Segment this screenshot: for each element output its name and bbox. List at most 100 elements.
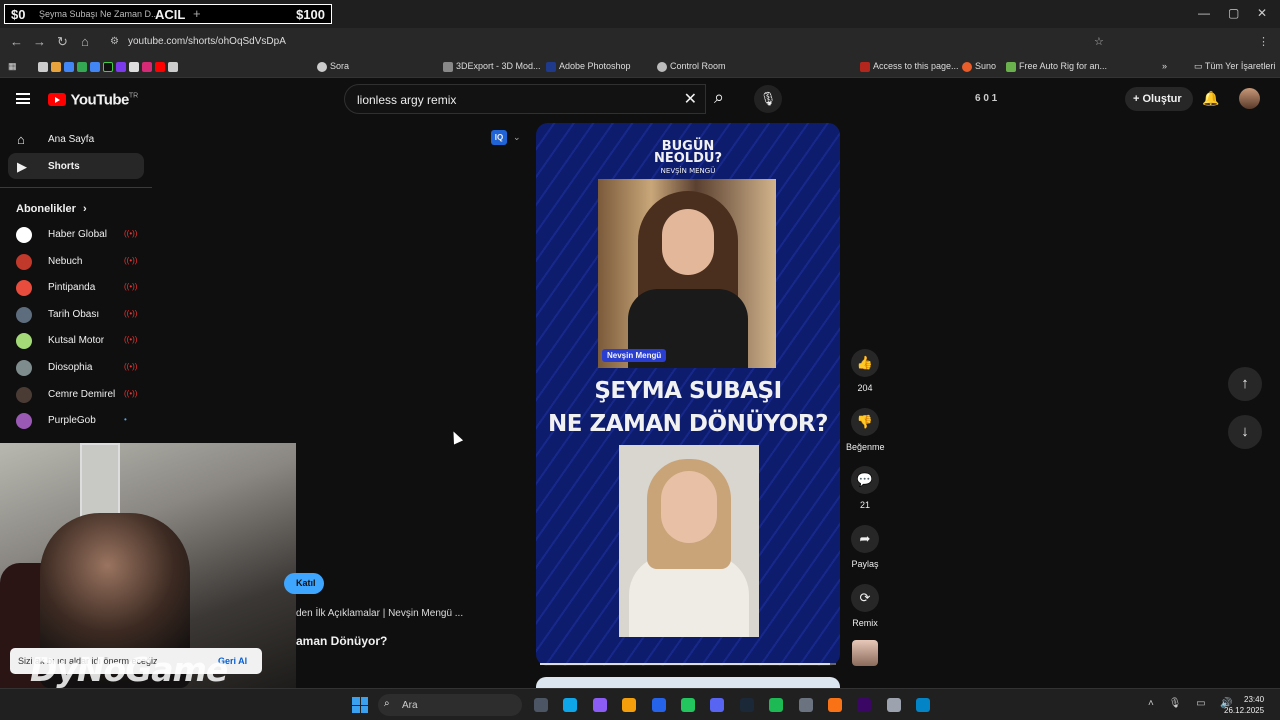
taskbar-app-icon[interactable] xyxy=(739,698,754,712)
search-input[interactable]: lionless argy remix xyxy=(357,93,456,107)
sidebar-subscription-item[interactable]: Kutsal Motor ((•)) xyxy=(16,330,144,352)
bookmark-3dexport[interactable]: 3DExport - 3D Mod... xyxy=(443,61,541,72)
video-progress-fill xyxy=(540,663,831,665)
suno-icon xyxy=(962,61,972,72)
live-indicator-icon: ((•)) xyxy=(124,255,138,265)
voice-search-button[interactable]: 🎙 xyxy=(754,85,782,113)
sound-thumbnail[interactable] xyxy=(852,640,878,666)
back-button[interactable]: ← xyxy=(10,34,23,49)
video-title-line-2[interactable]: aman Dönüyor? xyxy=(296,634,387,648)
bookmark-control-room[interactable]: Control Room xyxy=(657,61,726,72)
apps-grid-icon[interactable]: ▦ xyxy=(8,61,17,72)
taskbar-app-icon[interactable] xyxy=(563,698,578,712)
search-button[interactable]: ⌕ xyxy=(706,84,740,114)
bookmark-sora[interactable]: Sora xyxy=(317,61,349,72)
comment-icon[interactable]: 💬 xyxy=(851,466,879,494)
taskbar-app-icon[interactable] xyxy=(857,698,872,712)
taskbar-app-icon[interactable] xyxy=(681,698,695,712)
sidebar-subscription-item[interactable]: Nebuch ((•)) xyxy=(16,251,144,273)
previous-short-button[interactable]: ↑ xyxy=(1228,367,1262,401)
bookmark-access[interactable]: Access to this page... xyxy=(860,61,959,72)
sidebar-item-home[interactable]: ⌂ Ana Sayfa xyxy=(8,126,144,152)
sidebar-subscription-item[interactable]: Tarih Obası ((•)) xyxy=(16,304,144,326)
join-button[interactable]: Katıl xyxy=(284,573,324,594)
channel-name: Diosophia xyxy=(48,362,93,373)
sidebar-item-shorts[interactable]: ▶ Shorts xyxy=(8,153,144,179)
close-window-button[interactable]: ✕ xyxy=(1257,6,1267,20)
folder-icon: ▭ xyxy=(1194,61,1205,71)
sidebar-item-label: Ana Sayfa xyxy=(48,134,95,145)
bookmark-icon-strip[interactable] xyxy=(38,61,181,72)
channel-avatar xyxy=(16,280,32,297)
create-label: Oluştur xyxy=(1142,93,1182,105)
bookmark-star-icon[interactable]: ☆ xyxy=(1094,35,1104,48)
taskbar-app-icon[interactable] xyxy=(769,698,784,712)
new-tab-button[interactable]: + xyxy=(193,6,201,21)
like-count: 204 xyxy=(857,383,873,393)
3dexport-icon xyxy=(443,61,453,72)
like-icon[interactable]: 👍 xyxy=(851,349,879,377)
comment-count: 21 xyxy=(859,500,870,510)
menu-icon[interactable] xyxy=(16,93,30,104)
remix-icon[interactable]: ⟳ xyxy=(851,584,879,612)
url-field[interactable]: youtube.com/shorts/ohOqSdVsDpA xyxy=(128,36,286,47)
remix-action[interactable]: ⟳ Remix xyxy=(846,584,884,628)
reload-button[interactable]: ↻ xyxy=(57,34,68,50)
taskbar-app-icon[interactable] xyxy=(710,698,725,712)
photoshop-icon xyxy=(546,61,556,72)
search-box[interactable]: lionless argy remix ✕ xyxy=(344,84,706,114)
taskbar-app-icon[interactable] xyxy=(622,698,637,712)
chevron-down-icon[interactable]: ⌄ xyxy=(513,132,521,143)
sidebar-subscription-item[interactable]: Haber Global ((•)) xyxy=(16,224,144,246)
channel-avatar xyxy=(16,333,32,350)
bookmarks-overflow-button[interactable]: » xyxy=(1162,61,1167,71)
taskbar-app-icon[interactable] xyxy=(592,698,607,712)
extension-counters[interactable]: 6 0 1 xyxy=(975,93,997,104)
taskbar-app-icon[interactable] xyxy=(828,698,842,712)
video-progress-bar[interactable] xyxy=(540,663,836,665)
account-avatar[interactable] xyxy=(1239,88,1260,109)
maximize-button[interactable]: ▢ xyxy=(1228,6,1239,20)
short-video-player[interactable]: BUGÜN NEOLDU? NEVŞİN MENGÜ Nevşin Mengü … xyxy=(536,123,840,666)
taskbar-app-icon[interactable] xyxy=(651,698,666,712)
share-action[interactable]: ➦ Paylaş xyxy=(846,525,884,569)
sidebar-subscription-item[interactable]: PurpleGob • xyxy=(16,410,144,432)
forward-button[interactable]: → xyxy=(33,34,46,49)
headline-line-1: ŞEYMA SUBAŞI xyxy=(594,378,782,404)
clear-search-icon[interactable]: ✕ xyxy=(684,89,697,109)
like-action[interactable]: 👍 204 xyxy=(846,349,884,393)
notifications-bell-icon[interactable]: 🔔 xyxy=(1202,90,1219,107)
bookmark-auto-rig[interactable]: Free Auto Rig for an... xyxy=(1006,61,1107,72)
all-bookmarks-button[interactable]: ▭ Tüm Yer İşaretleri xyxy=(1194,61,1275,72)
iq-extension-badge[interactable]: IQ xyxy=(491,130,507,145)
video-title-line-1[interactable]: den İlk Açıklamalar | Nevşin Mengü ... xyxy=(296,608,463,619)
home-button[interactable]: ⌂ xyxy=(81,34,89,49)
next-short-button[interactable]: ↓ xyxy=(1228,415,1262,449)
dislike-action[interactable]: 👎 Beğenme xyxy=(846,408,885,452)
taskbar-app-icon[interactable] xyxy=(534,698,548,712)
bookmark-suno[interactable]: Suno xyxy=(962,61,996,72)
subject-photo xyxy=(619,445,759,637)
windows-start-icon[interactable] xyxy=(352,697,368,713)
browser-tab-title[interactable]: Şeyma Subaşı Ne Zaman D... xyxy=(39,9,159,19)
site-info-icon[interactable]: ⚙ xyxy=(110,36,119,47)
taskbar-search[interactable]: ⌕ Ara xyxy=(378,694,522,716)
taskbar-clock[interactable]: 23:40 26.12.2025 xyxy=(1224,694,1264,716)
minimize-button[interactable]: — xyxy=(1198,6,1210,20)
bookmark-photoshop[interactable]: Adobe Photoshop xyxy=(546,61,631,72)
sidebar-subscription-item[interactable]: Pintipanda ((•)) xyxy=(16,277,144,299)
subscriptions-heading[interactable]: Abonelikler › xyxy=(16,203,87,215)
share-icon[interactable]: ➦ xyxy=(851,525,879,553)
sidebar-subscription-item[interactable]: Cemre Demirel ((•)) xyxy=(16,384,144,406)
taskbar-app-icon[interactable] xyxy=(886,698,901,712)
taskbar-app-icon[interactable] xyxy=(916,698,931,712)
share-label: Paylaş xyxy=(851,559,879,569)
sidebar-subscription-item[interactable]: Diosophia ((•)) xyxy=(16,357,144,379)
browser-menu-icon[interactable]: ⋮ xyxy=(1258,35,1269,48)
overlay-center-label: ACIL xyxy=(155,7,186,22)
create-button[interactable]: + Oluştur xyxy=(1125,87,1193,111)
taskbar-app-icon[interactable] xyxy=(798,698,813,712)
comments-action[interactable]: 💬 21 xyxy=(846,466,884,510)
youtube-logo[interactable]: YouTubeTR xyxy=(48,91,138,109)
dislike-icon[interactable]: 👎 xyxy=(851,408,879,436)
